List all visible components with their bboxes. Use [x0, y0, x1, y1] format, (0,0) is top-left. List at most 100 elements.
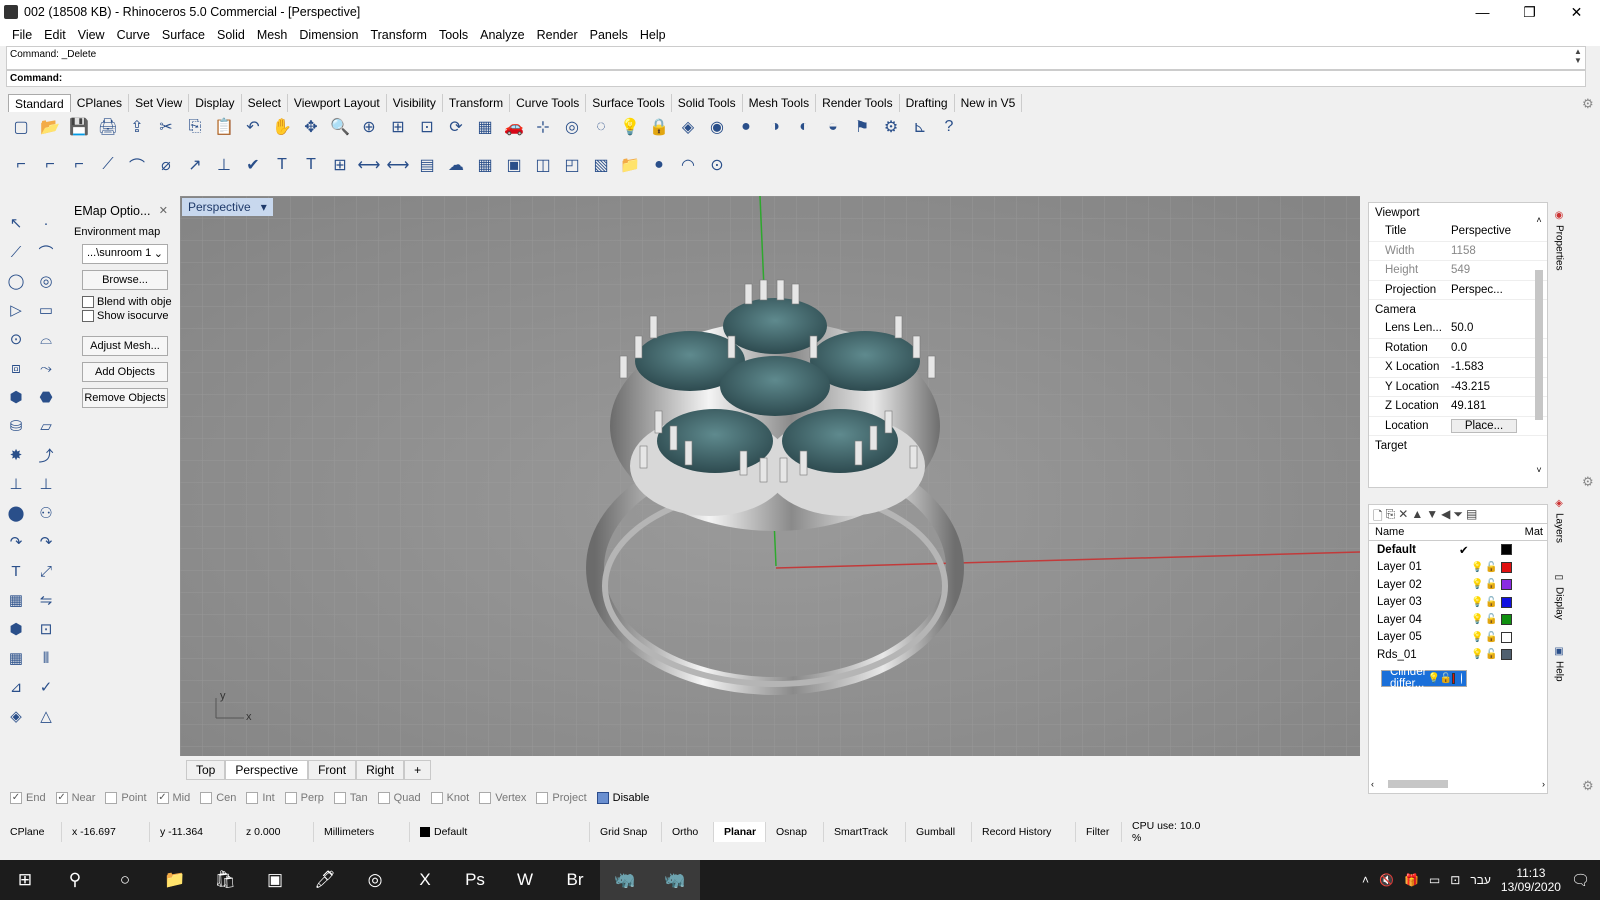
menu-curve[interactable]: Curve — [111, 28, 156, 42]
view-tab-right[interactable]: Right — [356, 760, 405, 780]
photoshop-icon[interactable]: Ps — [450, 860, 500, 900]
tools-icon[interactable]: ▤ — [1466, 507, 1477, 521]
settings-gear-icon[interactable]: ⚙ — [878, 114, 904, 140]
unlock-icon[interactable]: 🔓 — [1485, 614, 1501, 625]
lightbulb-icon[interactable]: 💡 — [1427, 673, 1439, 684]
rhino-alt-icon[interactable]: 🦏 — [650, 860, 700, 900]
open-icon[interactable]: 📂 — [37, 114, 63, 140]
smarttrack-toggle[interactable]: SmartTrack — [824, 822, 906, 842]
osnap-disable-checkbox[interactable]: Disable — [596, 792, 649, 804]
new-layer-icon[interactable]: 🗋 — [1373, 507, 1383, 523]
layer-color-swatch[interactable] — [1501, 631, 1512, 643]
toolbar-tab-transform[interactable]: Transform — [443, 94, 511, 112]
toolbar-tab-surface-tools[interactable]: Surface Tools — [586, 94, 672, 112]
point-icon[interactable]: ◌ — [588, 114, 614, 140]
sidebar-tool-10-icon[interactable]: ⧈ — [2, 355, 30, 381]
cloud-icon[interactable]: ☁ — [443, 152, 469, 178]
environment-map-select[interactable]: ...\sunroom 1 ⌄ — [82, 244, 168, 264]
sidebar-tool-31-icon[interactable]: ⦀ — [32, 645, 60, 671]
sidebar-tool-23-icon[interactable]: ↷ — [32, 529, 60, 555]
sidebar-tool-22-icon[interactable]: ↷ — [2, 529, 30, 555]
move-left-icon[interactable]: ◀ — [1441, 507, 1450, 521]
zoom-extents-icon[interactable]: ⊞ — [385, 114, 411, 140]
snap-icon[interactable]: ⊾ — [907, 114, 933, 140]
menu-tools[interactable]: Tools — [433, 28, 474, 42]
task-view-icon[interactable]: ○ — [100, 860, 150, 900]
layer-row[interactable]: Layer 03 💡 🔓 — [1369, 594, 1547, 612]
language-indicator[interactable]: עבר — [1470, 873, 1491, 887]
sidebar-tool-4-icon[interactable]: ◯ — [2, 268, 30, 294]
sidebar-tool-17-icon[interactable]: ⤴ — [32, 442, 60, 468]
osnap-project-checkbox[interactable]: Project — [536, 792, 587, 804]
sidebar-tool-12-icon[interactable]: ⬢ — [2, 384, 30, 410]
bridge-icon[interactable]: Br — [550, 860, 600, 900]
color-wheel-icon[interactable]: ◉ — [704, 114, 730, 140]
dim-radius-icon[interactable]: ⌒ — [124, 152, 150, 178]
property-value[interactable]: 49.181 — [1447, 400, 1547, 413]
layers-hscrollbar[interactable]: ‹ › — [1371, 777, 1545, 791]
sidebar-tool-2-icon[interactable]: ⟋ — [2, 239, 30, 265]
file-explorer-icon[interactable]: 📁 — [150, 860, 200, 900]
sidebar-tool-13-icon[interactable]: ⬣ — [32, 384, 60, 410]
sidebar-tool-21-icon[interactable]: ⚇ — [32, 500, 60, 526]
layer-row[interactable]: Layer 01 💡 🔓 — [1369, 559, 1547, 577]
chevron-up-icon[interactable]: ˄ — [1362, 873, 1369, 887]
start-button[interactable]: ⊞ — [0, 860, 50, 900]
browse-button[interactable]: Browse... — [82, 270, 168, 290]
scroll-thumb[interactable] — [1388, 780, 1448, 788]
toolbar-tab-set-view[interactable]: Set View — [129, 94, 190, 112]
layer-color-swatch[interactable] — [1501, 614, 1512, 626]
curve-icon[interactable]: ◠ — [675, 152, 701, 178]
sidebar-tool-19-icon[interactable]: ⊥ — [32, 471, 60, 497]
viewport-title-tab[interactable]: Perspective ▾ — [182, 198, 273, 216]
box-icon[interactable]: ◰ — [559, 152, 585, 178]
undo-icon[interactable]: ↶ — [240, 114, 266, 140]
osnap-near-checkbox[interactable]: ✓ Near — [55, 792, 95, 804]
properties-scrollbar[interactable]: ˄ ˅ — [1533, 215, 1545, 475]
toolbar-tab-cplanes[interactable]: CPlanes — [71, 94, 130, 112]
export-icon[interactable]: ⇪ — [124, 114, 150, 140]
minimize-button[interactable]: — — [1459, 0, 1506, 24]
dim-rotated-icon[interactable]: ⌐ — [66, 152, 92, 178]
lightbulb-icon[interactable]: 💡 — [1471, 597, 1485, 608]
excel-icon[interactable]: X — [400, 860, 450, 900]
status-layer[interactable]: Default — [410, 822, 590, 842]
toolbar-tab-drafting[interactable]: Drafting — [900, 94, 955, 112]
view-tab-front[interactable]: Front — [308, 760, 357, 780]
sidebar-tool-34-icon[interactable]: ◈ — [2, 703, 30, 729]
menu-panels[interactable]: Panels — [584, 28, 634, 42]
rhino-icon[interactable]: 🦏 — [600, 860, 650, 900]
material-icon[interactable]: ◒ — [820, 114, 846, 140]
dim-icon[interactable]: ⟷ — [356, 152, 382, 178]
dim-edit-icon[interactable]: ⟷ — [385, 152, 411, 178]
sidebar-tool-16-icon[interactable]: ✸ — [2, 442, 30, 468]
text-icon[interactable]: T — [269, 152, 295, 178]
property-value[interactable]: 50.0 — [1447, 322, 1547, 335]
toolbar-tab-render-tools[interactable]: Render Tools — [816, 94, 900, 112]
toolbar-tab-visibility[interactable]: Visibility — [387, 94, 443, 112]
filter-toggle[interactable]: Filter — [1076, 822, 1122, 842]
menu-mesh[interactable]: Mesh — [251, 28, 294, 42]
layer-icon[interactable]: ◈ — [675, 114, 701, 140]
render-sphere-icon[interactable]: ● — [733, 114, 759, 140]
layer-row[interactable]: Layer 04 💡 🔓 — [1369, 611, 1547, 629]
rendered-icon[interactable]: ◐ — [791, 114, 817, 140]
grid-icon[interactable]: ⊹ — [530, 114, 556, 140]
menu-edit[interactable]: Edit — [38, 28, 72, 42]
sidebar-tool-33-icon[interactable]: ✓ — [32, 674, 60, 700]
new-icon[interactable]: ▢ — [8, 114, 34, 140]
print-icon[interactable]: 🖨 — [95, 114, 121, 140]
remove-objects-button[interactable]: Remove Objects — [82, 388, 168, 408]
cut-icon[interactable]: ✂ — [153, 114, 179, 140]
help-icon[interactable]: ? — [936, 114, 962, 140]
unlock-icon[interactable]: 🔓 — [1485, 649, 1501, 660]
block-icon[interactable]: ▣ — [501, 152, 527, 178]
sidebar-tool-35-icon[interactable]: △ — [32, 703, 60, 729]
lightbulb-icon[interactable]: 💡 — [1471, 562, 1485, 573]
image-icon[interactable]: ▧ — [588, 152, 614, 178]
property-value[interactable]: 0.0 — [1447, 341, 1547, 354]
dim-linear-icon[interactable]: ⌐ — [8, 152, 34, 178]
layers-side-tab[interactable]: ◈ Layers — [1550, 498, 1568, 543]
sidebar-tool-29-icon[interactable]: ⊡ — [32, 616, 60, 642]
view-tab-add[interactable]: + — [404, 760, 432, 780]
